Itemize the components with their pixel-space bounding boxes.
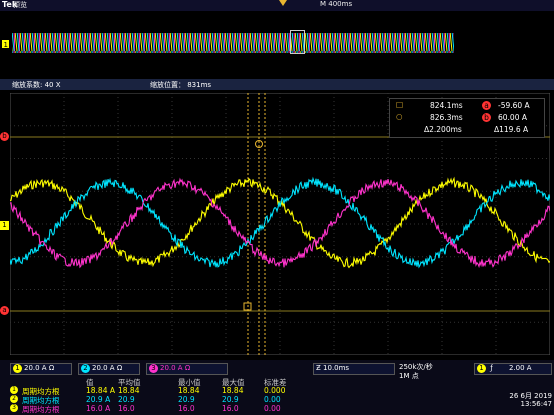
- trigger-source: 1: [477, 364, 486, 373]
- ch1-scale: 20.0 A Ω: [24, 364, 55, 372]
- delta-time: Δ2.200ms: [424, 125, 462, 134]
- ch3-scale: 20.0 A Ω: [160, 364, 191, 372]
- cursor-a-marker[interactable]: a: [0, 306, 9, 315]
- cursor-a-value: -59.60 A: [498, 101, 530, 110]
- measurement-cell: 18.84: [222, 386, 244, 395]
- ch1-scale-box[interactable]: 1 20.0 A Ω: [10, 363, 72, 375]
- measurement-cell: 16.0: [118, 404, 135, 413]
- ch3-scale-box[interactable]: 3 20.0 A Ω: [146, 363, 228, 375]
- bottom-panel: 1 20.0 A Ω 2 20.0 A Ω 3 20.0 A Ω Ƶ 10.0ms 2…: [0, 360, 554, 415]
- acquisition-mode: 预览: [13, 1, 27, 9]
- cursor-a-badge: a: [482, 101, 491, 110]
- measurement-cell: 20.9 A: [86, 395, 111, 404]
- date: 26 6月 2019: [509, 392, 552, 400]
- cursor-readout: □ 824.1ms a -59.60 A ○ 826.3ms b 60.00 A…: [389, 98, 545, 138]
- horizontal-timebase: 10.0ms: [323, 364, 350, 372]
- measurement-cell: 20.9: [178, 395, 195, 404]
- cursor-b-badge: b: [482, 113, 491, 122]
- trigger-edge-icon: ƒ: [490, 364, 493, 372]
- overview-waveform: 1: [0, 11, 554, 64]
- measurement-header: 值 平均值 最小值 最大值 标准差: [10, 377, 310, 387]
- circle-cursor-icon: ○: [396, 112, 403, 121]
- acquisition-box[interactable]: 250k次/秒 1M 点: [399, 363, 433, 381]
- trigger-level: 2.00 A: [508, 364, 532, 372]
- measurement-cell: 0.00: [264, 404, 281, 413]
- zoom-position: 缩放位置： 831ms: [150, 81, 212, 89]
- record-length: 1M 点: [399, 372, 419, 380]
- overview-ch1-marker-label: 1: [4, 41, 8, 49]
- measurement-cell: 20.9: [222, 395, 239, 404]
- cursor-b-marker[interactable]: b: [0, 132, 9, 141]
- cursor-t2: 826.3ms: [430, 113, 463, 122]
- measurement-cell: 16.0: [178, 404, 195, 413]
- square-cursor-icon: □: [396, 100, 404, 109]
- status-bar: Tek 预览 M 400ms: [0, 0, 554, 11]
- measurement-cell: 20.9: [118, 395, 135, 404]
- delta-value: Δ119.6 A: [494, 125, 529, 134]
- cursor-t1: 824.1ms: [430, 101, 463, 110]
- measurement-source-badge: 2: [10, 395, 18, 403]
- zoom-factor: 缩放系数: 40 X: [12, 81, 61, 89]
- datetime: 26 6月 2019 13:56:47: [494, 392, 552, 408]
- trigger-position-marker-icon[interactable]: [279, 0, 287, 6]
- sample-rate: 250k次/秒: [399, 363, 433, 371]
- measurement-row[interactable]: 1 周期均方根 18.84 A 18.84 18.84 18.84 0.000: [10, 386, 310, 396]
- cursor-b-value: 60.00 A: [498, 113, 527, 122]
- measurement-cell: 18.84: [178, 386, 200, 395]
- measurement-cell: 0.000: [264, 386, 286, 395]
- trigger-box[interactable]: 1 ƒ 2.00 A: [474, 363, 552, 375]
- measurement-cell: 0.00: [264, 395, 281, 404]
- measurement-row[interactable]: 3 周期均方根 16.0 A 16.0 16.0 16.0 0.00: [10, 404, 310, 414]
- measurement-cell: 18.84 A: [86, 386, 115, 395]
- measurement-source-badge: 3: [10, 404, 18, 412]
- measurement-cell: 16.0 A: [86, 404, 111, 413]
- ch2-scale-box[interactable]: 2 20.0 A Ω: [78, 363, 140, 375]
- ch1-ground-marker[interactable]: 1: [0, 221, 9, 230]
- zoom-icon: Ƶ: [316, 364, 321, 372]
- measurement-cell: 18.84: [118, 386, 140, 395]
- time: 13:56:47: [520, 400, 552, 408]
- horizontal-scale-box[interactable]: Ƶ 10.0ms: [313, 363, 395, 375]
- zoom-info-bar: 缩放系数: 40 X 缩放位置： 831ms: [0, 79, 554, 90]
- ch2-scale: 20.0 A Ω: [92, 364, 123, 372]
- measurement-cell: 16.0: [222, 404, 239, 413]
- measurement-name: 周期均方根: [22, 405, 60, 414]
- zoom-window[interactable]: [290, 30, 305, 54]
- main-timebase: M 400ms: [320, 0, 353, 8]
- measurement-row[interactable]: 2 周期均方根 20.9 A 20.9 20.9 20.9 0.00: [10, 395, 310, 405]
- measurement-source-badge: 1: [10, 386, 18, 394]
